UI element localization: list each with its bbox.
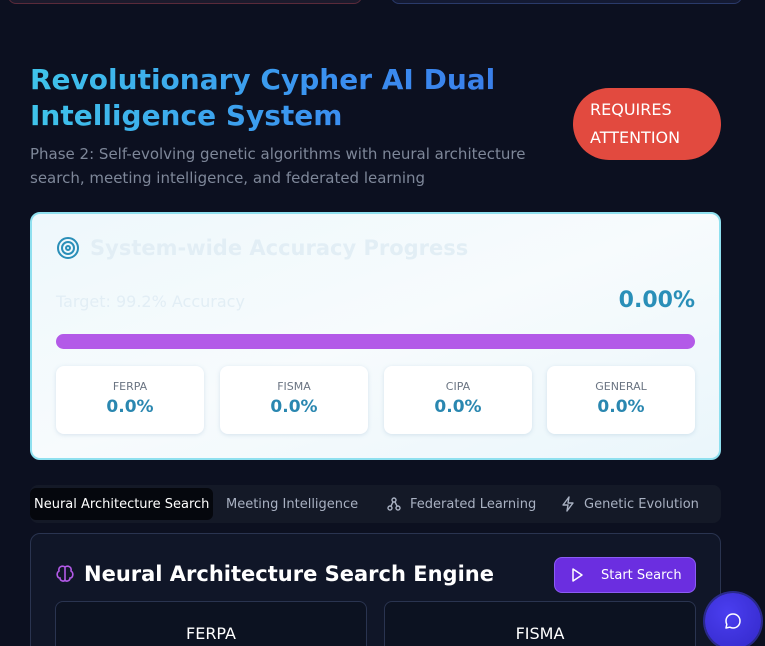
top-panel-left — [8, 0, 362, 4]
stat-value: 0.0% — [597, 397, 645, 417]
accuracy-progress-bar — [56, 334, 695, 349]
stat-card-cipa: CIPA 0.0% — [384, 366, 532, 434]
tab-label: Neural Architecture Search — [34, 496, 210, 512]
stat-value: 0.0% — [270, 397, 318, 417]
stat-card-fisma: FISMA 0.0% — [220, 366, 368, 434]
tab-bar: Neural Architecture Search Meeting Intel… — [30, 485, 721, 523]
lightning-icon — [562, 496, 574, 512]
stat-label: CIPA — [445, 380, 471, 393]
nas-card-fisma: FISMA — [384, 601, 696, 646]
stat-card-ferpa: FERPA 0.0% — [56, 366, 204, 434]
chat-button[interactable] — [705, 593, 761, 646]
target-label: Target: 99.2% Accuracy — [56, 292, 245, 311]
tab-label: Genetic Evolution — [584, 496, 699, 512]
stat-label: GENERAL — [595, 380, 647, 393]
stat-card-general: GENERAL 0.0% — [547, 366, 695, 434]
tab-label: Federated Learning — [410, 496, 537, 512]
accuracy-percent: 0.00% — [618, 288, 695, 313]
stat-label: FISMA — [277, 380, 311, 393]
top-panel-right — [391, 0, 742, 4]
chat-icon — [725, 613, 741, 629]
tab-federated-learning[interactable]: Federated Learning — [386, 488, 536, 520]
tab-genetic-evolution[interactable]: Genetic Evolution — [560, 488, 699, 520]
stat-value: 0.0% — [434, 397, 482, 417]
start-search-button[interactable]: Start Search — [554, 557, 696, 593]
nas-title-text: Neural Architecture Search Engine — [84, 562, 494, 586]
nas-title: Neural Architecture Search Engine — [55, 562, 494, 586]
nas-card-ferpa: FERPA — [55, 601, 367, 646]
tab-neural-architecture-search[interactable]: Neural Architecture Search — [30, 488, 214, 520]
stat-label: FERPA — [112, 380, 148, 393]
stat-value: 0.0% — [106, 397, 154, 417]
status-badge: REQUIRES ATTENTION — [573, 88, 721, 160]
brain-icon — [56, 565, 74, 582]
accuracy-title: System-wide Accuracy Progress — [56, 236, 468, 260]
tab-label: Meeting Intelligence — [226, 496, 359, 512]
start-search-label: Start Search — [601, 567, 682, 583]
page-subtitle: Phase 2: Self-evolving genetic algorithm… — [30, 145, 526, 187]
accuracy-title-text: System-wide Accuracy Progress — [90, 236, 469, 260]
network-icon — [387, 497, 401, 511]
nas-card-label: FISMA — [515, 624, 565, 643]
play-icon — [572, 568, 583, 582]
page-title: Revolutionary Cypher AI Dual Intelligenc… — [30, 62, 550, 134]
tab-meeting-intelligence[interactable]: Meeting Intelligence — [226, 488, 358, 520]
nas-card-label: FERPA — [186, 624, 236, 643]
target-icon — [57, 237, 79, 259]
